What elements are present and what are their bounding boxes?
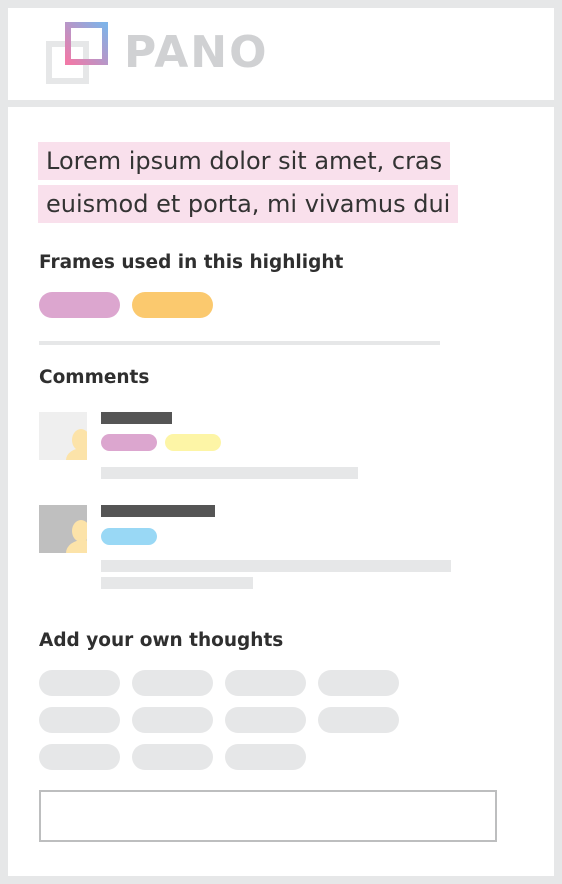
pano-logo-icon bbox=[46, 22, 108, 84]
comment-frame-tag[interactable] bbox=[165, 434, 221, 451]
highlight-quote: Lorem ipsum dolor sit amet, cras euismod… bbox=[38, 142, 528, 228]
thought-option[interactable] bbox=[39, 707, 120, 733]
thought-input[interactable] bbox=[39, 790, 497, 842]
section-divider bbox=[39, 341, 440, 345]
thought-option[interactable] bbox=[132, 744, 213, 770]
comment-text-line bbox=[101, 577, 253, 589]
comment-frame-tag[interactable] bbox=[101, 528, 157, 545]
thought-option[interactable] bbox=[225, 670, 306, 696]
frame-tag-pink[interactable] bbox=[39, 292, 120, 318]
highlight-quote-line: euismod et porta, mi vivamus dui bbox=[38, 185, 459, 223]
thought-option[interactable] bbox=[225, 744, 306, 770]
comments-heading: Comments bbox=[39, 367, 150, 388]
comment-author-name bbox=[101, 412, 172, 424]
comment-frame-tag[interactable] bbox=[101, 434, 157, 451]
app-header: PANO bbox=[8, 8, 554, 100]
comment-author-name bbox=[101, 505, 215, 517]
thought-option[interactable] bbox=[39, 670, 120, 696]
thought-option[interactable] bbox=[225, 707, 306, 733]
thought-option[interactable] bbox=[318, 670, 399, 696]
user-avatar-icon bbox=[39, 412, 87, 460]
comment-text-line bbox=[101, 560, 451, 572]
user-avatar-icon bbox=[39, 505, 87, 553]
thought-option[interactable] bbox=[132, 670, 213, 696]
frame-tag-orange[interactable] bbox=[132, 292, 213, 318]
thought-option[interactable] bbox=[318, 707, 399, 733]
frames-heading: Frames used in this highlight bbox=[39, 252, 344, 273]
comment-text-line bbox=[101, 467, 358, 479]
thought-option[interactable] bbox=[132, 707, 213, 733]
highlight-quote-line: Lorem ipsum dolor sit amet, cras bbox=[38, 142, 451, 180]
thought-option[interactable] bbox=[39, 744, 120, 770]
highlight-detail-panel: Lorem ipsum dolor sit amet, cras euismod… bbox=[8, 107, 554, 876]
app-title: PANO bbox=[124, 27, 269, 78]
thoughts-heading: Add your own thoughts bbox=[39, 630, 284, 651]
